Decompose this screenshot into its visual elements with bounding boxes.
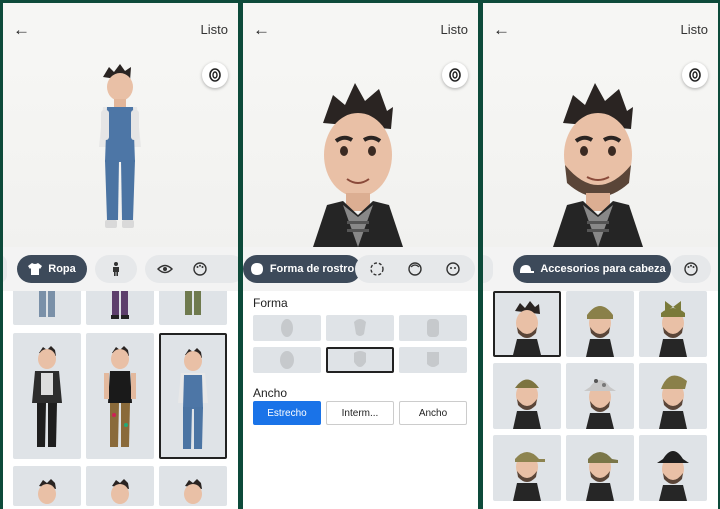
outfit-option[interactable] bbox=[159, 291, 227, 325]
avatar-portrait bbox=[313, 83, 403, 247]
headwear-option-beanie[interactable] bbox=[566, 291, 634, 357]
outfit-option[interactable] bbox=[86, 333, 154, 459]
shape-option-selected[interactable] bbox=[326, 347, 394, 373]
section-label-width: Ancho bbox=[253, 386, 288, 400]
face-icon[interactable] bbox=[407, 261, 423, 277]
done-button[interactable]: Listo bbox=[681, 22, 708, 37]
tab-label: Accesorios para cabeza bbox=[540, 263, 666, 275]
headwear-option-camo-bucket[interactable] bbox=[566, 363, 634, 429]
done-button[interactable]: Listo bbox=[441, 22, 468, 37]
avatar-preview bbox=[3, 55, 238, 247]
face-shape-icon bbox=[250, 263, 263, 275]
back-arrow-icon[interactable]: ← bbox=[13, 20, 33, 40]
category-tabs: Ropa bbox=[3, 247, 238, 291]
headwear-option-cap[interactable] bbox=[493, 435, 561, 501]
category-tabs: Accesorios para cabeza bbox=[483, 247, 718, 291]
outfit-option[interactable] bbox=[86, 466, 154, 506]
palette-icon-partial[interactable] bbox=[483, 255, 493, 283]
top-bar: ← Listo bbox=[483, 3, 718, 55]
face-features-icon[interactable] bbox=[445, 261, 461, 277]
tab-headwear[interactable]: Accesorios para cabeza bbox=[513, 255, 671, 283]
tab-previous[interactable] bbox=[3, 255, 7, 283]
shape-option[interactable] bbox=[399, 347, 467, 373]
shape-option[interactable] bbox=[326, 315, 394, 341]
headwear-option-baseball-cap[interactable] bbox=[566, 435, 634, 501]
tab-face-shape[interactable]: Forma de rostro bbox=[243, 255, 361, 283]
headwear-option-black-bucket[interactable] bbox=[639, 435, 707, 501]
shape-option[interactable] bbox=[253, 347, 321, 373]
tab-label: Forma de rostro bbox=[269, 263, 355, 275]
outfit-option-selected[interactable] bbox=[159, 333, 227, 459]
back-arrow-icon[interactable]: ← bbox=[493, 20, 513, 40]
tab-label: Ropa bbox=[48, 263, 76, 275]
category-tabs: Forma de rostro bbox=[243, 247, 478, 291]
shirt-icon bbox=[28, 263, 43, 275]
tab-color[interactable] bbox=[671, 255, 711, 283]
avatar-preview bbox=[243, 55, 478, 247]
tab-body[interactable] bbox=[95, 255, 137, 283]
shape-option[interactable] bbox=[399, 315, 467, 341]
width-option-wide[interactable]: Ancho bbox=[399, 401, 467, 425]
palette-icon bbox=[684, 262, 698, 276]
avatar-editor-clothing: ← Listo Ropa bbox=[3, 3, 238, 509]
avatar-editor-headwear: ← Listo Accesorios para cabeza bbox=[483, 3, 718, 509]
top-bar: ← Listo bbox=[3, 3, 238, 55]
back-arrow-icon[interactable]: ← bbox=[253, 20, 273, 40]
palette-icon[interactable] bbox=[193, 262, 207, 276]
avatar-preview bbox=[483, 55, 718, 247]
avatar-full-body bbox=[99, 64, 141, 228]
tab-group-face bbox=[355, 255, 475, 283]
outfit-option[interactable] bbox=[13, 291, 81, 325]
headwear-option-none-selected[interactable] bbox=[493, 291, 561, 357]
headwear-option-olive-beanie[interactable] bbox=[493, 363, 561, 429]
top-bar: ← Listo bbox=[243, 3, 478, 55]
width-option-narrow[interactable]: Estrecho bbox=[253, 401, 321, 425]
headwear-grid bbox=[483, 291, 718, 509]
outfit-option[interactable] bbox=[86, 291, 154, 325]
width-option-medium[interactable]: Interm... bbox=[326, 401, 394, 425]
headwear-option-headband-bow[interactable] bbox=[639, 291, 707, 357]
face-shape-options: Forma Ancho bbox=[243, 291, 478, 509]
clothing-grid bbox=[3, 291, 238, 509]
shape-option[interactable] bbox=[253, 315, 321, 341]
outfit-option[interactable] bbox=[13, 333, 81, 459]
done-button[interactable]: Listo bbox=[201, 22, 228, 37]
tab-clothing[interactable]: Ropa bbox=[17, 255, 87, 283]
eye-icon[interactable] bbox=[157, 264, 173, 274]
tab-group-appearance bbox=[145, 255, 238, 283]
outfit-option[interactable] bbox=[13, 466, 81, 506]
section-label-shape: Forma bbox=[253, 296, 288, 310]
avatar-editor-face-shape: ← Listo Forma de rostro Forma Ancho Estr… bbox=[243, 3, 478, 509]
avatar-portrait-bearded bbox=[553, 83, 643, 247]
headwear-option-slouch-beanie[interactable] bbox=[639, 363, 707, 429]
body-icon bbox=[113, 262, 119, 276]
head-outline-icon[interactable] bbox=[369, 261, 385, 277]
outfit-option[interactable] bbox=[159, 466, 227, 506]
cap-icon bbox=[520, 265, 535, 273]
